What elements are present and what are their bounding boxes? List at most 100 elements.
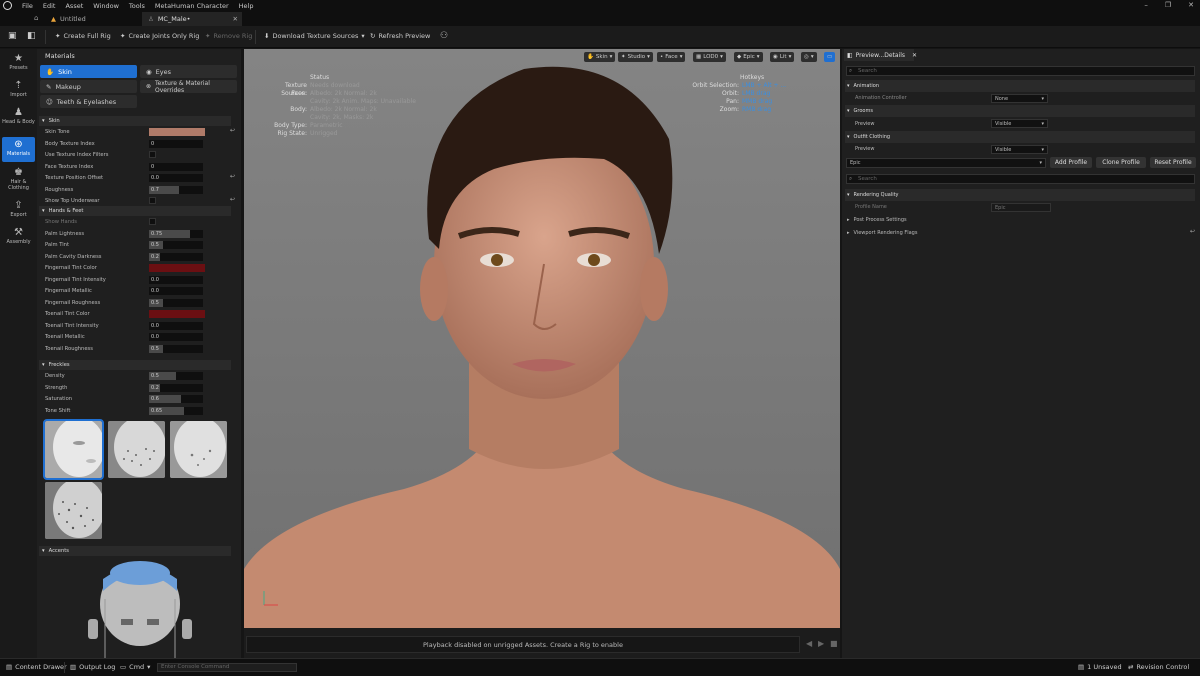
menu-window[interactable]: Window	[93, 2, 119, 10]
lighting-dropdown[interactable]: ✦ Studio ▾	[618, 52, 653, 62]
details-tab[interactable]: ◧ Preview...Details ✕	[844, 49, 917, 61]
rail-materials[interactable]: ⊛ Materials	[2, 137, 35, 162]
property-value-field[interactable]: 0.0	[149, 275, 203, 284]
section-rendering-quality[interactable]: ▾ Rendering Quality	[845, 189, 1195, 201]
menu-help[interactable]: Help	[239, 2, 254, 10]
save-icon[interactable]: ▣	[8, 31, 17, 41]
property-value-field[interactable]: 0.5	[149, 241, 203, 249]
profile-search-input[interactable]: ⌕ Search	[846, 174, 1195, 184]
property-value-field[interactable]: 0.2	[149, 383, 203, 392]
color-swatch[interactable]	[149, 264, 205, 272]
reset-arrow-icon[interactable]: ↩	[1190, 228, 1195, 235]
tab-mc-male[interactable]: ♙ MC_Male• ✕	[142, 12, 242, 26]
tab-teeth-eyelashes[interactable]: ☺ Teeth & Eyelashes	[40, 95, 137, 108]
property-value-field[interactable]: 0.0	[149, 333, 203, 341]
property-value-field[interactable]: 0.5	[149, 372, 203, 380]
rail-assembly[interactable]: ⚒ Assembly	[2, 227, 35, 245]
rail-export[interactable]: ⇪ Export	[2, 200, 35, 218]
tab-untitled[interactable]: ▲ Untitled	[48, 12, 140, 26]
property-value-field[interactable]: 0	[149, 139, 203, 148]
freckle-preset-2[interactable]	[108, 421, 165, 478]
section-hands-feet[interactable]: ▾ Hands & Feet	[39, 206, 231, 216]
freckle-preset-1[interactable]	[43, 419, 104, 480]
property-value-field[interactable]: 0.6	[149, 395, 203, 403]
content-drawer-button[interactable]: ▤ Content Drawer	[6, 663, 67, 671]
home-icon[interactable]: ⌂	[34, 14, 38, 22]
reset-arrow-icon[interactable]: ↩	[230, 127, 235, 134]
unsaved-indicator[interactable]: ▤ 1 Unsaved	[1078, 663, 1122, 671]
rail-head-body[interactable]: ♟ Head & Body	[2, 107, 35, 125]
lod-dropdown[interactable]: ▦ LOD0 ▾	[693, 52, 726, 62]
tab-makeup[interactable]: ✎ Makeup	[40, 80, 137, 93]
user-icon[interactable]: ⚇	[440, 31, 448, 41]
refresh-preview-button[interactable]: ↻ Refresh Preview	[370, 32, 430, 40]
quality-dropdown[interactable]: ◆ Epic ▾	[734, 52, 763, 62]
rail-import[interactable]: ⇡ Import	[2, 80, 35, 98]
clone-profile-button[interactable]: Clone Profile	[1096, 157, 1146, 168]
console-input[interactable]: Enter Console Command	[157, 663, 297, 672]
color-swatch[interactable]	[149, 310, 205, 318]
play-back-icon[interactable]: ◀	[806, 639, 812, 648]
skin-view-dropdown[interactable]: ✋ Skin ▾	[584, 52, 616, 62]
animation-controller-select[interactable]: None ▾	[991, 94, 1048, 103]
restore-icon[interactable]: ❐	[1165, 1, 1171, 9]
unreal-logo-icon[interactable]	[3, 1, 12, 10]
close-tab-icon[interactable]: ✕	[233, 15, 238, 23]
freckle-preset-3[interactable]	[170, 421, 227, 478]
section-outfit-clothing[interactable]: ▾ Outfit Clothing	[845, 131, 1195, 143]
property-value-field[interactable]: 0.7	[149, 185, 203, 194]
property-value-field[interactable]: 0.5	[149, 298, 203, 307]
reset-profile-button[interactable]: Reset Profile	[1150, 157, 1196, 168]
stop-icon[interactable]: ■	[830, 639, 838, 648]
create-full-rig-button[interactable]: ✦ Create Full Rig	[55, 32, 111, 40]
property-value-field[interactable]: 0.0	[149, 174, 203, 182]
rail-hair-clothing[interactable]: ♚ Hair & Clothing	[2, 167, 35, 191]
property-value-field[interactable]: 0	[149, 162, 203, 171]
property-checkbox[interactable]	[149, 197, 156, 204]
section-grooms[interactable]: ▾ Grooms	[845, 105, 1195, 117]
property-value-field[interactable]: 0.2	[149, 252, 203, 261]
view-mode-dropdown[interactable]: ◉ Lit ▾	[770, 52, 795, 62]
outfit-preview-select[interactable]: Visible ▾	[991, 145, 1048, 154]
menu-file[interactable]: File	[22, 2, 33, 10]
property-value-field[interactable]: 0.0	[149, 321, 203, 330]
rail-presets[interactable]: ★ Presets	[2, 53, 35, 71]
remove-rig-button[interactable]: ✦ Remove Rig	[205, 32, 252, 40]
minimize-icon[interactable]: –	[1144, 1, 1148, 9]
section-skin[interactable]: ▾ Skin	[39, 116, 231, 126]
menu-metahuman-character[interactable]: MetaHuman Character	[155, 2, 229, 10]
section-freckles[interactable]: ▾ Freckles	[39, 360, 231, 370]
property-value-field[interactable]: 0.0	[149, 287, 203, 295]
cmd-dropdown[interactable]: ▭ Cmd ▾	[120, 663, 150, 671]
layout-toggle[interactable]: ▭	[824, 52, 835, 62]
menu-tools[interactable]: Tools	[129, 2, 145, 10]
create-joints-rig-button[interactable]: ✦ Create Joints Only Rig	[120, 32, 199, 40]
property-checkbox[interactable]	[149, 218, 156, 225]
show-dropdown[interactable]: ◎ ▾	[801, 52, 817, 62]
property-value-field[interactable]: 0.75	[149, 229, 203, 238]
tab-texture-overrides[interactable]: ⊗ Texture & Material Overrides	[140, 80, 237, 94]
property-checkbox[interactable]	[149, 151, 156, 158]
revision-control-button[interactable]: ⇄ Revision Control	[1128, 663, 1189, 671]
property-value-field[interactable]: 0.5	[149, 344, 203, 353]
profile-select[interactable]: Epic ▾	[846, 158, 1046, 168]
section-accents[interactable]: ▾ Accents	[39, 546, 231, 556]
property-value-field[interactable]: 0.65	[149, 406, 203, 415]
color-swatch[interactable]	[149, 128, 205, 136]
post-process-row[interactable]: ▸ Post Process Settings	[845, 214, 1195, 226]
head-accent-map[interactable]	[85, 559, 195, 658]
add-profile-button[interactable]: Add Profile	[1050, 157, 1092, 168]
close-tab-icon[interactable]: ✕	[912, 52, 917, 59]
tab-eyes[interactable]: ◉ Eyes	[140, 65, 237, 78]
reset-arrow-icon[interactable]: ↩	[230, 196, 235, 203]
grooms-preview-select[interactable]: Visible ▾	[991, 119, 1048, 128]
menu-asset[interactable]: Asset	[65, 2, 83, 10]
play-icon[interactable]: ▶	[818, 639, 824, 648]
section-animation[interactable]: ▾ Animation	[845, 80, 1195, 92]
tab-skin[interactable]: ✋ Skin	[40, 65, 137, 78]
download-textures-button[interactable]: ⬇ Download Texture Sources ▾	[264, 32, 365, 40]
browse-icon[interactable]: ◧	[27, 31, 36, 41]
viewport-flags-row[interactable]: ▸ Viewport Rendering Flags	[845, 227, 1195, 239]
freckle-preset-4[interactable]	[45, 482, 102, 539]
details-search-input[interactable]: ⌕ Search	[846, 66, 1195, 76]
